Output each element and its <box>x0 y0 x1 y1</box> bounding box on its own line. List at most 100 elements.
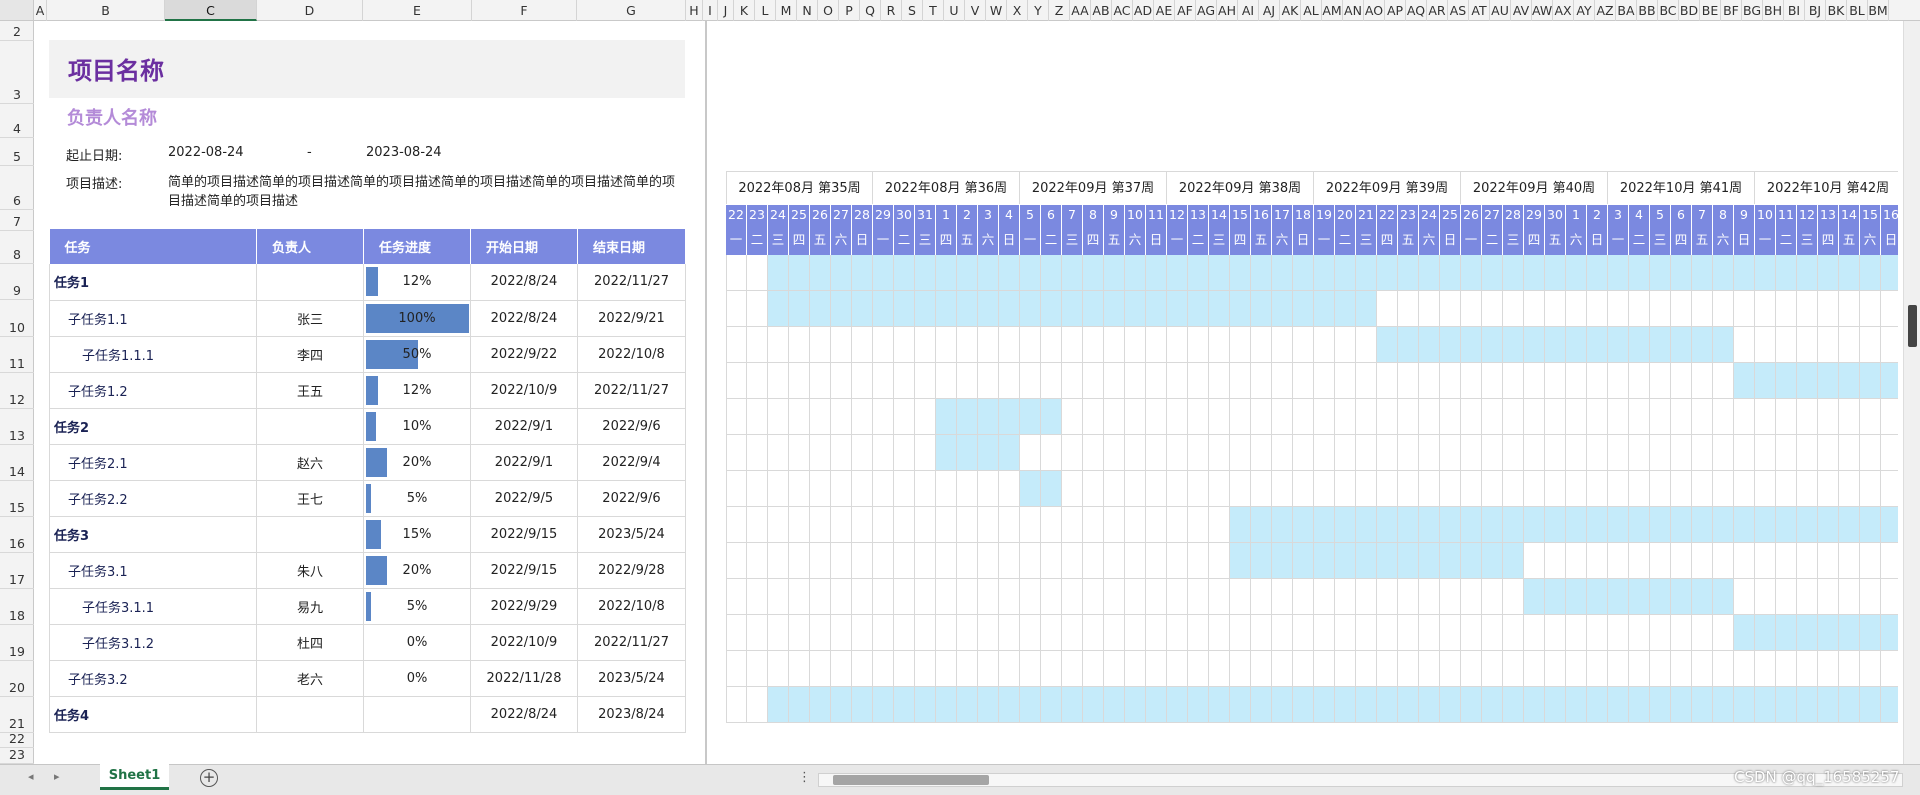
gantt-bar-cell[interactable] <box>1398 507 1419 543</box>
gantt-bar-cell[interactable] <box>873 291 894 327</box>
gantt-bar-cell[interactable] <box>1419 255 1440 291</box>
gantt-cell[interactable] <box>1398 615 1419 651</box>
gantt-cell[interactable] <box>1209 435 1230 471</box>
project-owner[interactable]: 负责人名称 <box>67 104 157 130</box>
gantt-cell[interactable] <box>1566 651 1587 687</box>
gantt-cell[interactable] <box>1146 471 1167 507</box>
gantt-cell[interactable] <box>894 471 915 507</box>
gantt-cell[interactable] <box>1272 327 1293 363</box>
gantt-bar-cell[interactable] <box>1734 615 1755 651</box>
gantt-cell[interactable] <box>747 363 768 399</box>
task-start-date[interactable]: 2022/8/24 <box>470 696 578 733</box>
gantt-bar-cell[interactable] <box>1629 507 1650 543</box>
gantt-cell[interactable] <box>1818 399 1839 435</box>
gantt-cell[interactable] <box>915 651 936 687</box>
gantt-cell[interactable] <box>1293 363 1314 399</box>
gantt-cell[interactable] <box>1440 579 1461 615</box>
gantt-cell[interactable] <box>1524 399 1545 435</box>
column-header-AK[interactable]: AK <box>1280 0 1301 21</box>
gantt-cell[interactable] <box>1482 579 1503 615</box>
gantt-bar-cell[interactable] <box>1356 507 1377 543</box>
gantt-cell[interactable] <box>978 363 999 399</box>
gantt-cell[interactable] <box>1146 363 1167 399</box>
gantt-cell[interactable] <box>1482 615 1503 651</box>
gantt-cell[interactable] <box>1188 579 1209 615</box>
gantt-bar-cell[interactable] <box>1566 579 1587 615</box>
gantt-bar-cell[interactable] <box>1776 687 1797 723</box>
column-header-BG[interactable]: BG <box>1742 0 1763 21</box>
gantt-cell[interactable] <box>915 615 936 651</box>
column-header-N[interactable]: N <box>797 0 818 21</box>
gantt-bar-cell[interactable] <box>1251 507 1272 543</box>
gantt-bar-cell[interactable] <box>1377 255 1398 291</box>
gantt-cell[interactable] <box>1818 651 1839 687</box>
gantt-cell[interactable] <box>852 435 873 471</box>
gantt-bar-cell[interactable] <box>1692 507 1713 543</box>
gantt-cell[interactable] <box>1419 291 1440 327</box>
gantt-cell[interactable] <box>1629 363 1650 399</box>
gantt-cell[interactable] <box>1146 507 1167 543</box>
task-end-date[interactable]: 2022/9/28 <box>577 552 686 589</box>
gantt-cell[interactable] <box>1503 651 1524 687</box>
gantt-cell[interactable] <box>726 687 747 723</box>
gantt-bar-cell[interactable] <box>1524 579 1545 615</box>
gantt-cell[interactable] <box>978 651 999 687</box>
gantt-bar-cell[interactable] <box>1608 687 1629 723</box>
row-header-5[interactable]: 5 <box>0 138 34 166</box>
task-start-date[interactable]: 2022/10/9 <box>470 372 578 409</box>
column-header-F[interactable]: F <box>472 0 577 21</box>
gantt-cell[interactable] <box>1167 507 1188 543</box>
task-owner[interactable]: 朱八 <box>256 552 364 589</box>
gantt-cell[interactable] <box>747 399 768 435</box>
gantt-bar-cell[interactable] <box>1230 291 1251 327</box>
gantt-bar-cell[interactable] <box>1041 399 1062 435</box>
gantt-cell[interactable] <box>1230 363 1251 399</box>
gantt-cell[interactable] <box>1671 363 1692 399</box>
gantt-cell[interactable] <box>1608 615 1629 651</box>
gantt-cell[interactable] <box>1314 435 1335 471</box>
gantt-bar-cell[interactable] <box>915 291 936 327</box>
gantt-cell[interactable] <box>1125 399 1146 435</box>
gantt-cell[interactable] <box>852 327 873 363</box>
column-header-BM[interactable]: BM <box>1868 0 1889 21</box>
gantt-bar-cell[interactable] <box>1167 291 1188 327</box>
gantt-cell[interactable] <box>1482 399 1503 435</box>
column-header-D[interactable]: D <box>257 0 363 21</box>
gantt-cell[interactable] <box>1818 543 1839 579</box>
gantt-bar-cell[interactable] <box>936 687 957 723</box>
gantt-cell[interactable] <box>1608 543 1629 579</box>
column-header-AA[interactable]: AA <box>1070 0 1091 21</box>
gantt-cell[interactable] <box>1146 651 1167 687</box>
gantt-cell[interactable] <box>810 471 831 507</box>
gantt-cell[interactable] <box>1440 291 1461 327</box>
gantt-cell[interactable] <box>789 615 810 651</box>
gantt-bar-cell[interactable] <box>1104 255 1125 291</box>
task-end-date[interactable]: 2022/11/27 <box>577 372 686 409</box>
gantt-bar-cell[interactable] <box>1167 687 1188 723</box>
task-start-date[interactable]: 2022/9/1 <box>470 444 578 481</box>
gantt-cell[interactable] <box>1692 399 1713 435</box>
gantt-cell[interactable] <box>1293 399 1314 435</box>
gantt-cell[interactable] <box>1398 579 1419 615</box>
gantt-bar-cell[interactable] <box>1860 507 1881 543</box>
gantt-cell[interactable] <box>1398 651 1419 687</box>
gantt-cell[interactable] <box>1503 291 1524 327</box>
gantt-cell[interactable] <box>726 291 747 327</box>
row-header-7[interactable]: 7 <box>0 210 34 231</box>
gantt-cell[interactable] <box>1020 363 1041 399</box>
gantt-cell[interactable] <box>1524 435 1545 471</box>
column-header-E[interactable]: E <box>363 0 472 21</box>
gantt-bar-cell[interactable] <box>1272 507 1293 543</box>
gantt-cell[interactable] <box>1776 435 1797 471</box>
gantt-cell[interactable] <box>1230 435 1251 471</box>
task-start-date[interactable]: 2022/9/29 <box>470 588 578 625</box>
gantt-cell[interactable] <box>747 471 768 507</box>
gantt-bar-cell[interactable] <box>873 255 894 291</box>
gantt-cell[interactable] <box>1545 471 1566 507</box>
gantt-bar-cell[interactable] <box>873 687 894 723</box>
column-header-Y[interactable]: Y <box>1028 0 1049 21</box>
gantt-bar-cell[interactable] <box>768 255 789 291</box>
gantt-cell[interactable] <box>1755 327 1776 363</box>
gantt-cell[interactable] <box>1146 435 1167 471</box>
gantt-cell[interactable] <box>1566 399 1587 435</box>
